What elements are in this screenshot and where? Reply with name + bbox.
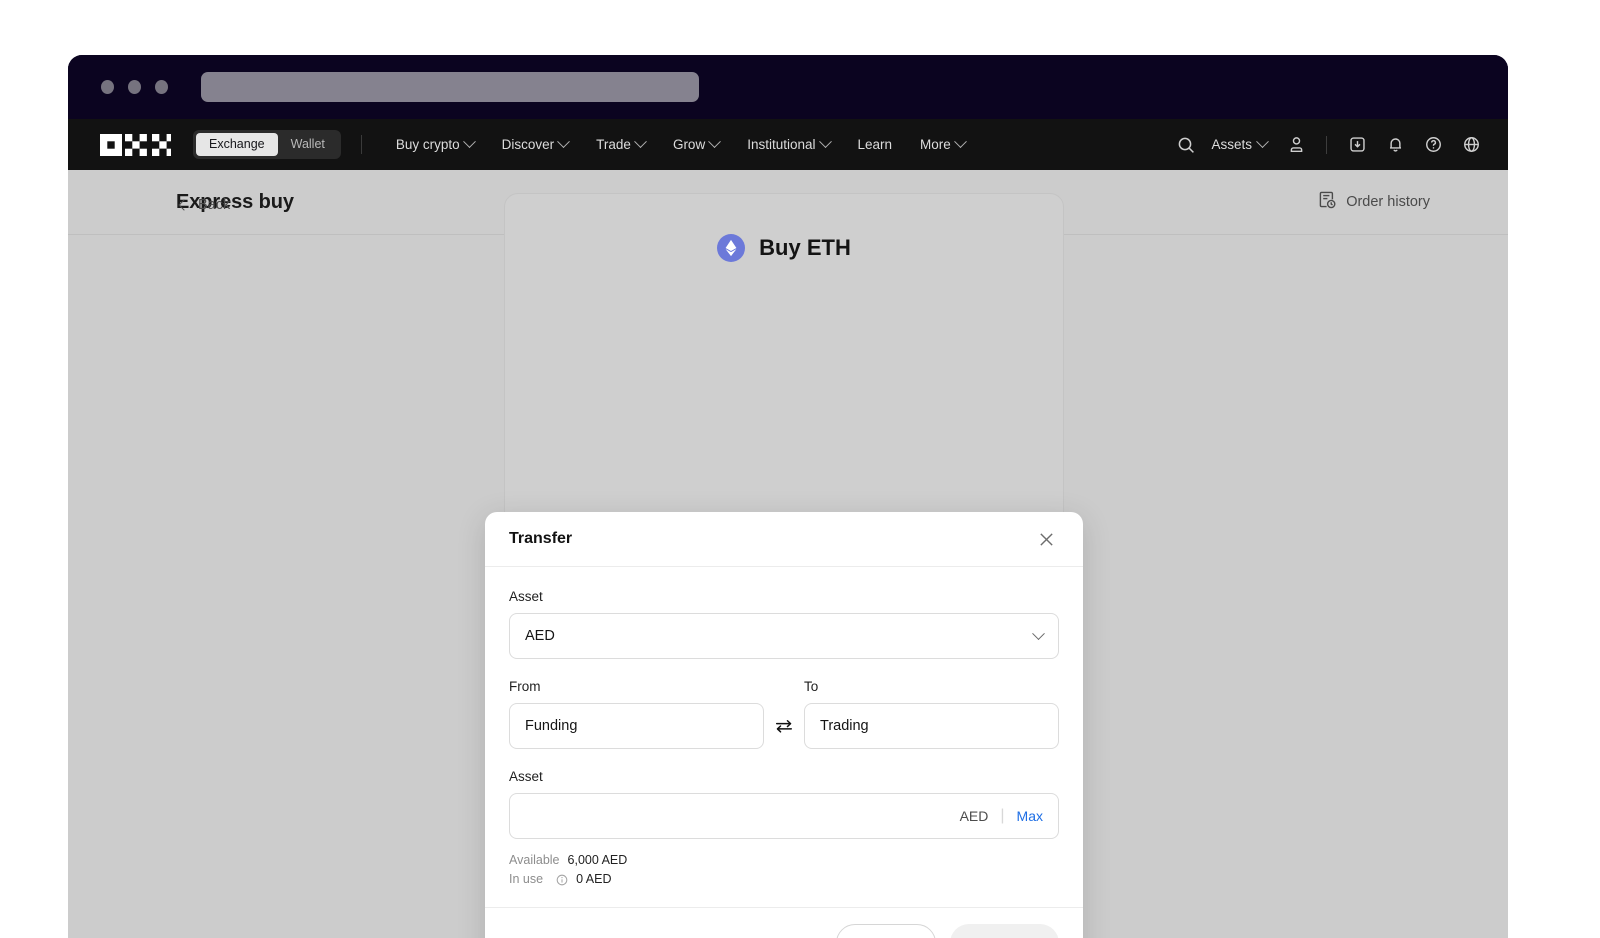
- close-icon[interactable]: [1033, 526, 1059, 552]
- in-use-row: In use 0 AED: [509, 870, 1059, 889]
- from-account-select[interactable]: Funding: [509, 703, 764, 749]
- nav-item-institutional[interactable]: Institutional: [733, 135, 843, 152]
- chevron-down-icon: [708, 135, 722, 149]
- transfer-button[interactable]: Transfer: [949, 924, 1059, 938]
- traffic-lights: [101, 80, 168, 94]
- chevron-down-icon: [953, 135, 967, 149]
- cancel-button[interactable]: Cancel: [835, 924, 936, 938]
- from-to-section: From To Funding Trading: [509, 679, 1059, 749]
- top-navigation-bar: Exchange Wallet Buy crypto Discover Trad…: [68, 119, 1508, 170]
- nav-divider: [360, 135, 362, 154]
- app-body: Express buy Order history Back Buy ETH T…: [68, 170, 1508, 938]
- nav-links: Buy crypto Discover Trade Grow Instituti…: [382, 135, 979, 152]
- help-icon[interactable]: [1416, 128, 1450, 162]
- to-account-select[interactable]: Trading: [804, 703, 1059, 749]
- chevron-down-icon: [1032, 626, 1045, 640]
- okx-logo-icon[interactable]: [100, 133, 171, 156]
- max-button[interactable]: Max: [1017, 808, 1043, 824]
- browser-window: Exchange Wallet Buy crypto Discover Trad…: [68, 55, 1508, 938]
- amount-input-wrapper[interactable]: AED | Max: [509, 793, 1059, 839]
- nav-label: More: [920, 137, 951, 152]
- browser-chrome: [68, 55, 1508, 119]
- maximize-window-icon[interactable]: [155, 80, 168, 94]
- amount-divider: |: [1000, 807, 1005, 824]
- swap-direction-icon[interactable]: [764, 703, 804, 749]
- page-root: Exchange Wallet Buy crypto Discover Trad…: [0, 0, 1600, 938]
- nav-label: Learn: [857, 137, 893, 152]
- nav-label: Grow: [672, 137, 706, 152]
- exchange-wallet-toggle[interactable]: Exchange Wallet: [193, 130, 341, 159]
- from-label: From: [509, 679, 541, 694]
- from-to-labels-row: From To: [509, 679, 1059, 703]
- in-use-label: In use: [509, 872, 544, 886]
- available-value: 6,000 AED: [567, 853, 628, 867]
- chevron-down-icon: [462, 135, 476, 149]
- info-icon[interactable]: [556, 874, 568, 886]
- nav-label: Institutional: [747, 137, 816, 152]
- amount-input[interactable]: [525, 808, 960, 824]
- close-window-icon[interactable]: [101, 80, 114, 94]
- from-account-value: Funding: [525, 718, 578, 734]
- nav-item-buy-crypto[interactable]: Buy crypto: [382, 135, 488, 152]
- address-bar[interactable]: [201, 72, 699, 102]
- segment-wallet[interactable]: Wallet: [278, 133, 338, 156]
- amount-label: Asset: [509, 769, 543, 784]
- chevron-down-icon: [634, 135, 647, 149]
- in-use-value: 0 AED: [576, 872, 612, 886]
- transfer-modal: Transfer Asset AED From To Funding Tradi…: [485, 512, 1083, 938]
- download-icon[interactable]: [1340, 128, 1374, 162]
- amount-section: Asset AED | Max Available 6,000 AED In u…: [509, 769, 1059, 889]
- asset-select-label: Asset: [509, 589, 543, 604]
- from-to-inputs-row: Funding Trading: [509, 703, 1059, 749]
- available-label: Available: [509, 853, 560, 867]
- modal-body: Asset AED From To Funding Trading Asset …: [485, 567, 1083, 907]
- chevron-down-icon: [1256, 135, 1269, 149]
- profile-icon[interactable]: [1279, 128, 1313, 162]
- nav-item-assets[interactable]: Assets: [1207, 135, 1275, 152]
- nav-item-grow[interactable]: Grow: [659, 135, 733, 152]
- nav-item-discover[interactable]: Discover: [488, 135, 583, 152]
- to-label: To: [804, 679, 819, 694]
- nav-label: Discover: [501, 137, 555, 152]
- to-account-value: Trading: [820, 718, 869, 734]
- minimize-window-icon[interactable]: [128, 80, 141, 94]
- nav-item-learn[interactable]: Learn: [844, 137, 907, 152]
- globe-icon[interactable]: [1454, 128, 1488, 162]
- assets-label: Assets: [1211, 137, 1252, 152]
- nav-separator: [1326, 135, 1327, 154]
- modal-header: Transfer: [485, 512, 1083, 567]
- asset-select-value: AED: [525, 628, 555, 644]
- chevron-down-icon: [557, 135, 571, 149]
- available-row: Available 6,000 AED: [509, 851, 1059, 870]
- asset-select[interactable]: AED: [509, 613, 1059, 659]
- segment-exchange[interactable]: Exchange: [196, 133, 278, 156]
- amount-unit-label: AED: [959, 808, 989, 824]
- search-icon[interactable]: [1169, 128, 1203, 162]
- nav-label: Trade: [596, 137, 631, 152]
- nav-item-more[interactable]: More: [906, 135, 979, 152]
- chevron-down-icon: [818, 135, 832, 149]
- modal-footer: Cancel Transfer: [485, 907, 1083, 938]
- nav-label: Buy crypto: [395, 137, 460, 152]
- modal-title: Transfer: [509, 530, 573, 547]
- bell-icon[interactable]: [1378, 128, 1412, 162]
- nav-right-actions: Assets: [1169, 128, 1488, 162]
- nav-item-trade[interactable]: Trade: [582, 135, 659, 152]
- balance-info: Available 6,000 AED In use 0 AED: [509, 851, 1059, 889]
